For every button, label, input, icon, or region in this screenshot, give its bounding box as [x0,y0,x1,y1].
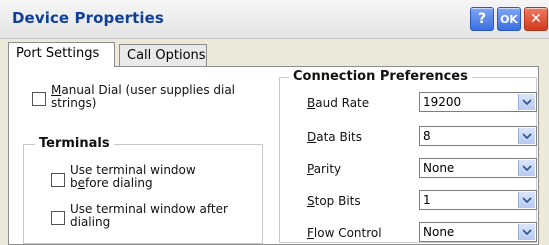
parity-combo[interactable]: None [419,158,537,178]
tab-port-settings[interactable]: Port Settings [8,42,115,67]
title-bar: Device Properties ? OK ✕ [0,0,549,39]
stop-bits-combo[interactable]: 1 [419,190,537,210]
close-icon: ✕ [530,11,542,27]
flow-control-label: Flow Control [307,226,382,240]
terminals-title: Terminals [35,136,114,151]
terminal-before-dialing-checkbox[interactable] [51,173,65,187]
flow-control-combo[interactable]: None [419,222,537,242]
data-bits-combo[interactable]: 8 [419,126,537,146]
manual-dial-label-line2: strings) [51,96,97,110]
data-bits-label: Data Bits [307,130,362,144]
window-title: Device Properties [12,9,164,27]
ok-button[interactable]: OK [497,7,521,31]
chevron-down-icon[interactable] [518,128,535,144]
manual-dial-label-line1: anual Dial (user supplies dial [61,83,236,97]
terminal-before-dialing-label: Use terminal window before dialing [70,163,196,190]
baud-rate-label: Baud Rate [307,96,370,110]
stop-bits-label: Stop Bits [307,194,361,208]
tab-call-options[interactable]: Call Options [119,44,207,67]
baud-rate-combo[interactable]: 19200 [419,92,537,112]
manual-dial-checkbox[interactable] [32,92,46,106]
close-button[interactable]: ✕ [524,7,548,31]
manual-dial-label: Manual Dial (user supplies dial strings) [51,83,236,110]
parity-label: Parity [307,162,342,176]
connection-preferences-title: Connection Preferences [289,69,472,84]
help-button[interactable]: ? [470,7,494,31]
chevron-down-icon[interactable] [518,94,535,110]
terminal-after-dialing-label: Use terminal window after dialing [70,202,228,229]
tab-panel-port-settings: Manual Dial (user supplies dial strings)… [8,66,539,245]
terminal-after-dialing-checkbox[interactable] [51,211,65,225]
terminals-groupbox [23,144,263,244]
chevron-down-icon[interactable] [518,224,535,240]
chevron-down-icon[interactable] [518,192,535,208]
device-properties-window: Device Properties ? OK ✕ Port Settings C… [0,0,549,245]
chevron-down-icon[interactable] [518,160,535,176]
